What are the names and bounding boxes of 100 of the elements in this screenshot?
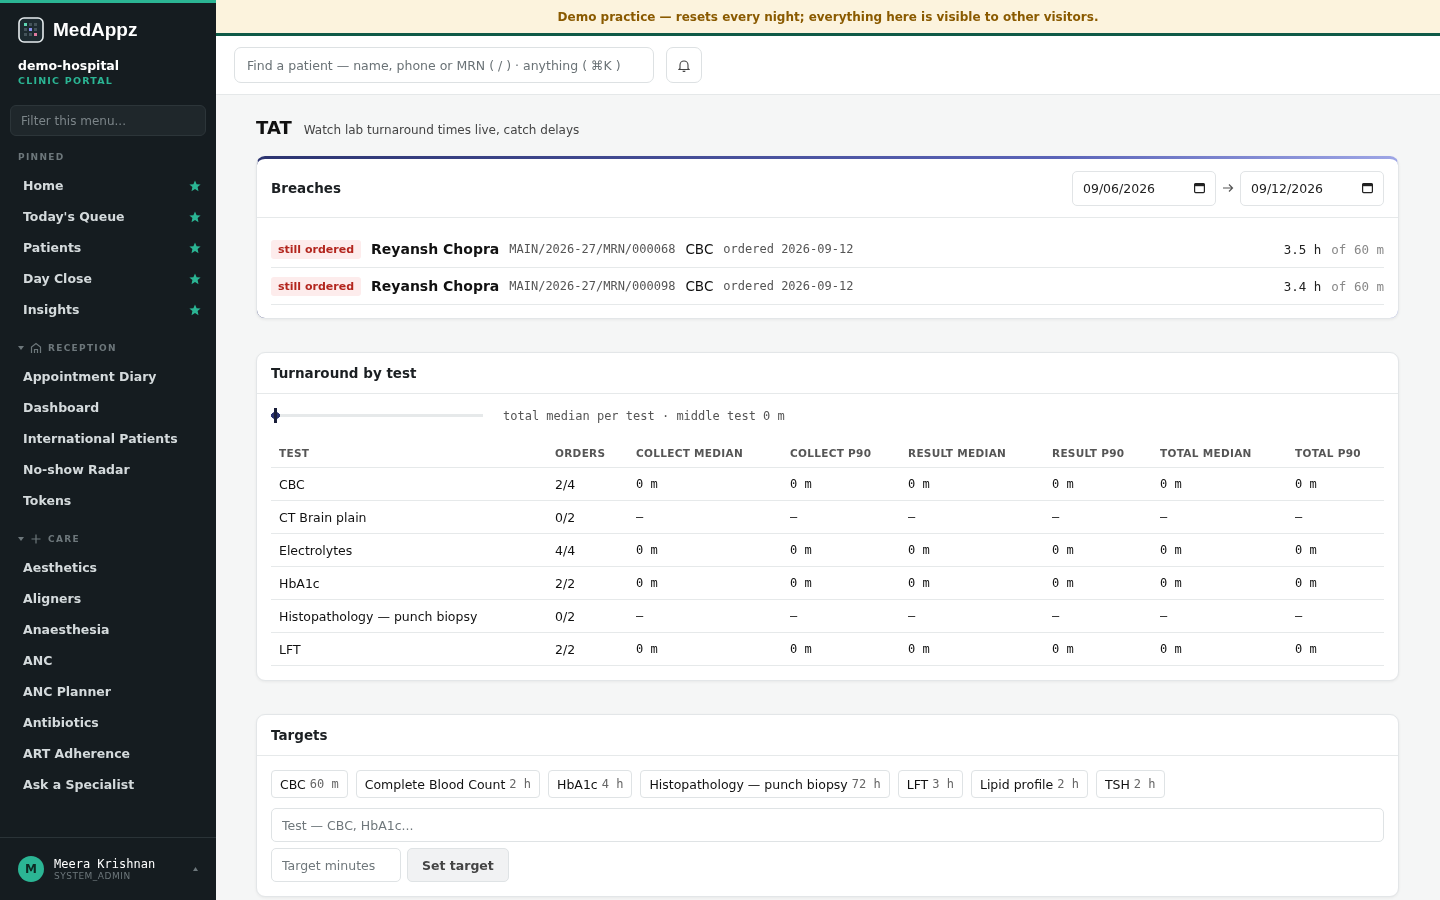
menu-label: ANC [23,653,53,668]
table-cell-text: 2/2 [554,640,577,659]
status-badge: still ordered [271,239,362,259]
table-cell-text: 0 m [1051,542,1075,559]
menu-item[interactable]: Tokens [0,485,216,516]
table-cell-text: 0 m [789,542,813,559]
menu-item[interactable]: ART Adherence [0,738,216,769]
target-chip[interactable]: Lipid profile 2 h [970,770,1088,798]
table-cell-text: — [789,509,799,526]
table-cell-text: 0 m [635,542,659,559]
minutes-field[interactable]: Target minutes [271,848,401,882]
bell-icon [678,58,690,72]
target-chip[interactable]: HbA1c 4 h [548,770,633,798]
brand-name: MedAppz [53,19,138,41]
user-avatar: M [18,856,44,882]
elapsed-time: 3.5 h [1283,241,1322,257]
ordered-date: ordered 2026-09-12 [723,279,854,293]
target-chip[interactable]: LFT 3 h [897,770,963,798]
menu-item[interactable]: Home [0,170,216,201]
table-cell-text: 0 m [1051,641,1075,658]
menu-item[interactable]: Anaesthesia [0,614,216,645]
menu-item[interactable]: Dashboard [0,392,216,423]
target-value: 72 h [851,777,881,791]
menu-item[interactable]: International Patients [0,423,216,454]
table-cell-text: 0 m [1051,476,1075,493]
target-value: 4 h [601,777,624,791]
table-cell-text: 0 m [907,641,931,658]
logo-icon [18,17,44,43]
arrow-icon [1222,183,1234,193]
table-cell-text: LFT [278,640,302,659]
target-value: 2 h [1057,777,1079,791]
menu-item[interactable]: Aligners [0,583,216,614]
menu-label: Day Close [23,271,92,286]
table-cell-text: 0 m [907,575,931,592]
date-field[interactable]: 09/06/2026 [1072,170,1216,206]
menu-item[interactable]: ANC [0,645,216,676]
target-value: 60 m [309,777,339,791]
menu-label: No-show Radar [23,462,130,477]
menu-item[interactable]: ANC Planner [0,676,216,707]
calendar-icon[interactable] [1362,182,1373,194]
filter-field[interactable]: Filter this menu... [10,105,206,136]
table-cell-text: 0 m [635,641,659,658]
patient-name: Reyansh Chopra [371,241,500,257]
menu-label: ANC Planner [23,684,111,699]
menu-item[interactable]: No-show Radar [0,454,216,485]
caret-icon[interactable] [18,345,24,351]
search-field[interactable]: Find a patient — name, phone or MRN ( / ) · anything ( ⌘K ) [234,47,654,83]
test-name: CBC [685,278,714,294]
table-cell-text: — [1159,608,1169,625]
target-value: 3 h [932,777,954,791]
table-cell-text: Electrolytes [278,541,354,560]
test-name: CBC [685,241,714,257]
menu-item[interactable]: Insights [0,294,216,325]
table-cell-text: — [907,608,917,625]
column-header: TEST [278,447,311,459]
target-time: of 60 m [1331,241,1384,257]
menu-item[interactable]: Ask a Specialist [0,769,216,800]
table-cell-text: — [1051,608,1061,625]
column-header: ORDERS [554,447,607,459]
menu-item[interactable]: Appointment Diary [0,361,216,392]
table-cell-text: — [1294,509,1304,526]
table-cell-text: 0 m [1159,575,1183,592]
target-chip[interactable]: Histopathology — punch biopsy 72 h [640,770,890,798]
test-field[interactable]: Test — CBC, HbA1c... [271,808,1384,842]
card-title: Turnaround by test [271,365,417,381]
target-chip[interactable]: TSH 2 h [1095,770,1165,798]
table-cell-text: 2/2 [554,574,577,593]
calendar-icon[interactable] [1194,182,1205,194]
menu-label: International Patients [23,431,178,446]
menu-label: Aligners [23,591,82,606]
table-cell-text: 0 m [1294,575,1318,592]
menu-item[interactable]: Aesthetics [0,552,216,583]
table-cell-text: 0 m [1159,641,1183,658]
card-title: Targets [271,727,328,743]
table-cell-text: — [1294,608,1304,625]
caret-icon[interactable] [18,536,24,542]
menu-item[interactable]: Today's Queue [0,201,216,232]
elapsed-time: 3.4 h [1283,278,1322,294]
date-field[interactable]: 09/12/2026 [1240,170,1384,206]
table-cell-text: — [1159,509,1169,526]
menu-label: Patients [23,240,82,255]
target-chip[interactable]: Complete Blood Count 2 h [355,770,540,798]
target-value: 2 h [1133,777,1156,791]
plus-icon [30,533,42,545]
notification-button[interactable] [666,47,702,83]
menu-label: Home [23,178,64,193]
column-header: TOTAL P90 [1294,447,1362,459]
target-chip[interactable]: CBC 60 m [271,770,348,798]
table-cell-text: 2/4 [554,475,577,494]
set-target-button[interactable]: Set target [407,848,509,882]
column-header: COLLECT P90 [789,447,873,459]
page-subtitle: Watch lab turnaround times live, catch delays [303,123,580,137]
table-cell-text: — [635,608,645,625]
menu-item[interactable]: Patients [0,232,216,263]
menu-item[interactable]: Antibiotics [0,707,216,738]
table-cell-text: 0 m [789,641,813,658]
status-badge: still ordered [271,276,362,296]
caret-icon[interactable] [193,867,198,871]
menu-item[interactable]: Day Close [0,263,216,294]
table-cell-text: 0/2 [554,508,577,527]
